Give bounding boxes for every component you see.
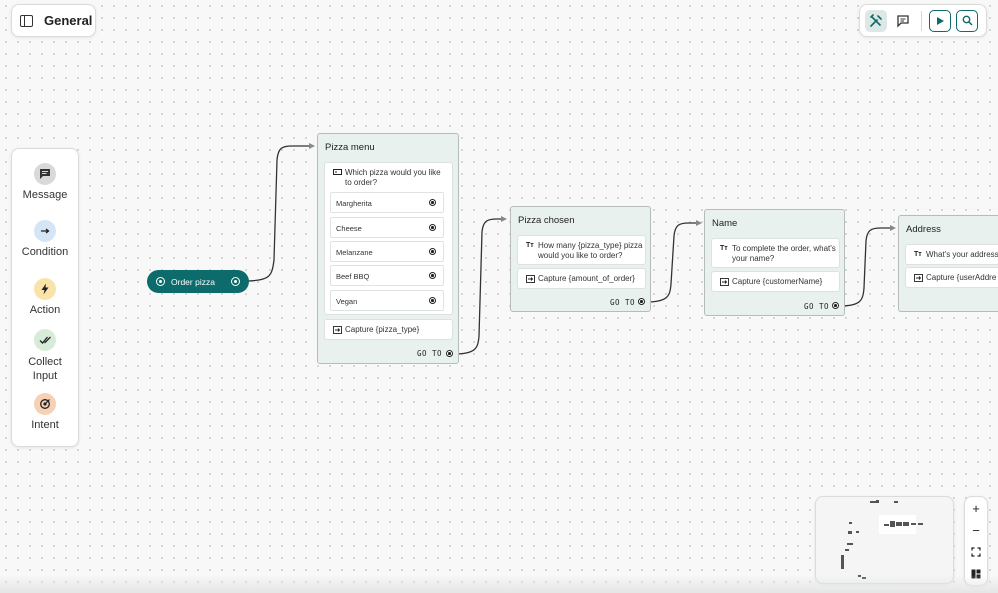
capture-text: Capture {customerName} [732, 277, 823, 286]
capture-card[interactable]: Capture {userAddre [905, 267, 998, 288]
bottom-edge-shadow [0, 575, 998, 593]
message-card[interactable]: Tт To complete the order, what's your na… [711, 238, 840, 268]
capture-card[interactable]: Capture {pizza_type} [324, 319, 453, 340]
goto-label: GO TO [417, 349, 443, 358]
capture-icon [526, 275, 535, 285]
zoom-out-button[interactable]: − [965, 519, 987, 541]
option-label: Margherita [336, 199, 372, 208]
node-title: Name [712, 218, 738, 229]
zoom-controls: + − [964, 496, 988, 586]
goto-label: GO TO [804, 302, 830, 311]
option-label: Melanzane [336, 248, 373, 257]
edge-start-to-pizza-menu [244, 145, 309, 282]
minimap-preview [841, 500, 923, 579]
start-node-label: Order pizza [171, 276, 215, 287]
goto-port[interactable] [832, 302, 839, 309]
output-port[interactable] [231, 277, 240, 286]
option-margherita[interactable]: Margherita [330, 192, 444, 213]
option-beef-bbq[interactable]: Beef BBQ [330, 265, 444, 286]
minimap[interactable] [815, 496, 954, 584]
option-label: Cheese [336, 224, 362, 233]
edge-pizza-chosen-to-name [645, 222, 696, 303]
goto-label: GO TO [610, 298, 636, 307]
text-format-icon: Tт [526, 242, 534, 249]
capture-icon [333, 326, 342, 336]
edge-name-to-address [839, 227, 890, 307]
question-text: Which pizza would you like to order? [345, 168, 441, 187]
node-title: Address [906, 224, 941, 235]
message-text: How many {pizza_type} pizza would you li… [538, 241, 643, 260]
option-port[interactable] [429, 224, 436, 231]
zoom-in-icon: + [972, 500, 980, 516]
option-port[interactable] [429, 199, 436, 206]
message-card[interactable]: Tт How many {pizza_type} pizza would you… [517, 235, 646, 265]
option-port[interactable] [429, 248, 436, 255]
text-format-icon: Tт [914, 251, 922, 258]
zoom-in-button[interactable]: + [965, 497, 987, 519]
option-melanzane[interactable]: Melanzane [330, 241, 444, 262]
capture-text: Capture {amount_of_order} [538, 274, 635, 283]
start-node-order-pizza[interactable]: Order pizza [147, 270, 249, 293]
capture-card[interactable]: Capture {customerName} [711, 271, 840, 292]
fit-view-button[interactable] [965, 541, 987, 563]
message-card[interactable]: Tт What's your address? [905, 244, 998, 265]
capture-icon [914, 274, 923, 284]
option-port[interactable] [429, 272, 436, 279]
node-title: Pizza menu [325, 142, 375, 153]
capture-icon [720, 278, 729, 288]
node-pizza-chosen[interactable]: Pizza chosen Tт How many {pizza_type} pi… [510, 206, 651, 312]
input-field-icon [333, 169, 342, 178]
message-text: What's your address? [926, 250, 998, 259]
goto-port[interactable] [446, 350, 453, 357]
option-label: Vegan [336, 297, 358, 306]
question-card[interactable]: Which pizza would you like to order? Mar… [324, 162, 453, 315]
edge-pizza-menu-to-pizza-chosen [453, 218, 501, 355]
node-pizza-menu[interactable]: Pizza menu Which pizza would you like to… [317, 133, 459, 364]
node-title: Pizza chosen [518, 215, 575, 226]
zoom-out-icon: − [972, 522, 980, 538]
option-cheese[interactable]: Cheese [330, 217, 444, 238]
capture-text: Capture {pizza_type} [345, 325, 420, 334]
node-address[interactable]: Address Tт What's your address? Capture … [898, 215, 998, 312]
fit-view-icon [971, 547, 981, 557]
message-text: To complete the order, what's your name? [732, 244, 836, 263]
option-vegan[interactable]: Vegan [330, 290, 444, 311]
capture-text: Capture {userAddre [926, 273, 997, 282]
intent-target-icon [156, 277, 165, 286]
text-format-icon: Tт [720, 245, 728, 252]
option-port[interactable] [429, 297, 436, 304]
capture-card[interactable]: Capture {amount_of_order} [517, 268, 646, 289]
node-name[interactable]: Name Tт To complete the order, what's yo… [704, 209, 845, 316]
option-label: Beef BBQ [336, 272, 370, 281]
goto-port[interactable] [638, 298, 645, 305]
